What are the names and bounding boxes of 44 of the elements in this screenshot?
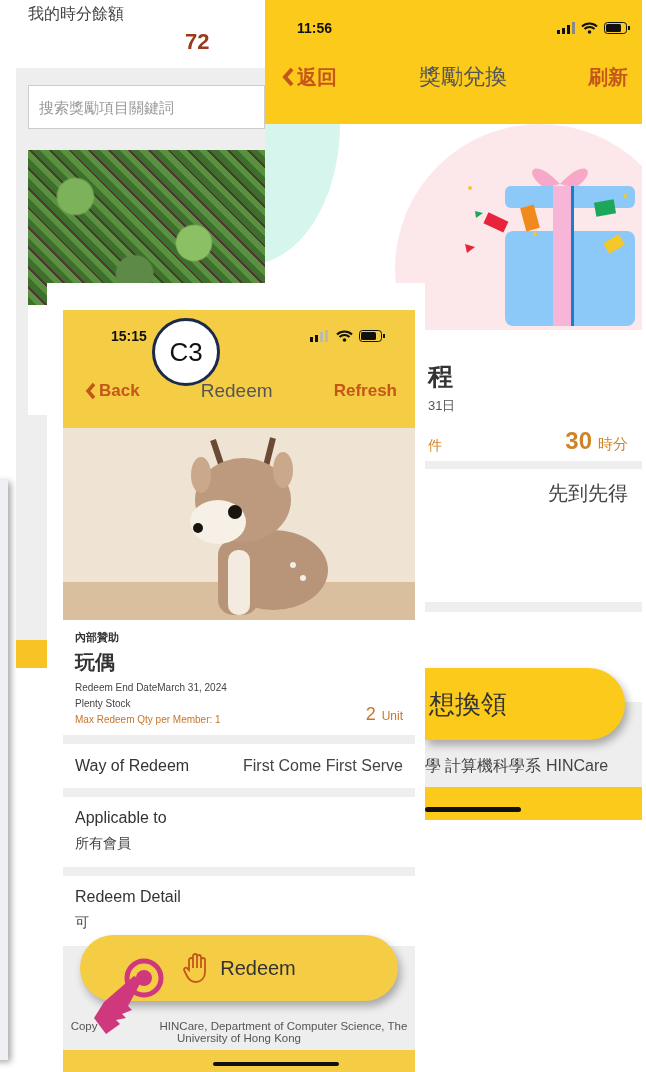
redeem-button[interactable]: Redeem bbox=[80, 935, 398, 1001]
back-button[interactable]: 返回 bbox=[281, 63, 337, 91]
cost-unit: 時分 bbox=[598, 435, 628, 452]
wifi-icon bbox=[336, 330, 353, 342]
back-button[interactable]: Back bbox=[85, 381, 140, 401]
section-value: 可 bbox=[75, 914, 90, 932]
signal-icon bbox=[557, 22, 575, 34]
footer-text: 學 計算機科學系 HINCare bbox=[425, 756, 609, 776]
screen-title: 獎勵兌換 bbox=[418, 63, 507, 91]
status-time: 11:56 bbox=[297, 20, 333, 36]
redeem-button[interactable]: 想換領 bbox=[425, 668, 625, 740]
signal-icon bbox=[310, 330, 330, 342]
chevron-icon bbox=[281, 67, 295, 87]
refresh-button[interactable]: 刷新 bbox=[588, 63, 628, 91]
section-label: Way of Redeem bbox=[75, 757, 190, 775]
footer-text: Copy bbox=[70, 1020, 98, 1032]
end-date: 31日 bbox=[428, 397, 457, 415]
sponsor-label: 內部贊助 bbox=[75, 630, 120, 645]
reward-title: 程 bbox=[428, 361, 454, 392]
refresh-button[interactable]: Refresh bbox=[333, 381, 397, 401]
stock-label: 件 bbox=[428, 437, 442, 455]
balance-label: 我的時分餘額 bbox=[28, 4, 125, 24]
max-quantity: Max Redeem Qty per Member: 1 bbox=[75, 714, 222, 725]
section-label: Applicable to bbox=[75, 809, 168, 827]
wifi-icon bbox=[581, 22, 598, 34]
chevron-icon bbox=[85, 382, 97, 400]
footer-text: HINCare, Department of Computer Science, The bbox=[159, 1020, 408, 1032]
balance-value: 72 bbox=[185, 29, 211, 55]
status-time: 15:15 bbox=[111, 328, 147, 344]
section-value: First Come First Serve bbox=[243, 757, 403, 775]
redeem-way: 先到先得 bbox=[548, 481, 628, 507]
stock-status: Plenty Stock bbox=[75, 698, 132, 709]
bottom-bar bbox=[16, 640, 48, 668]
section-label: Redeem Detail bbox=[75, 888, 182, 906]
footer-text: University of Hong Kong bbox=[177, 1032, 301, 1044]
search-field[interactable]: 搜索獎勵項目關鍵詞 bbox=[28, 85, 265, 129]
end-date: Redeem End DateMarch 31, 2024 bbox=[75, 682, 227, 693]
cost-value: 30 bbox=[565, 427, 592, 454]
section-value: 所有會員 bbox=[75, 835, 132, 853]
battery-icon bbox=[604, 22, 630, 34]
cost-value: 2 bbox=[365, 704, 376, 724]
cost-unit: Unit bbox=[381, 709, 403, 723]
battery-icon bbox=[359, 330, 385, 342]
item-name: 玩偶 bbox=[75, 650, 116, 675]
